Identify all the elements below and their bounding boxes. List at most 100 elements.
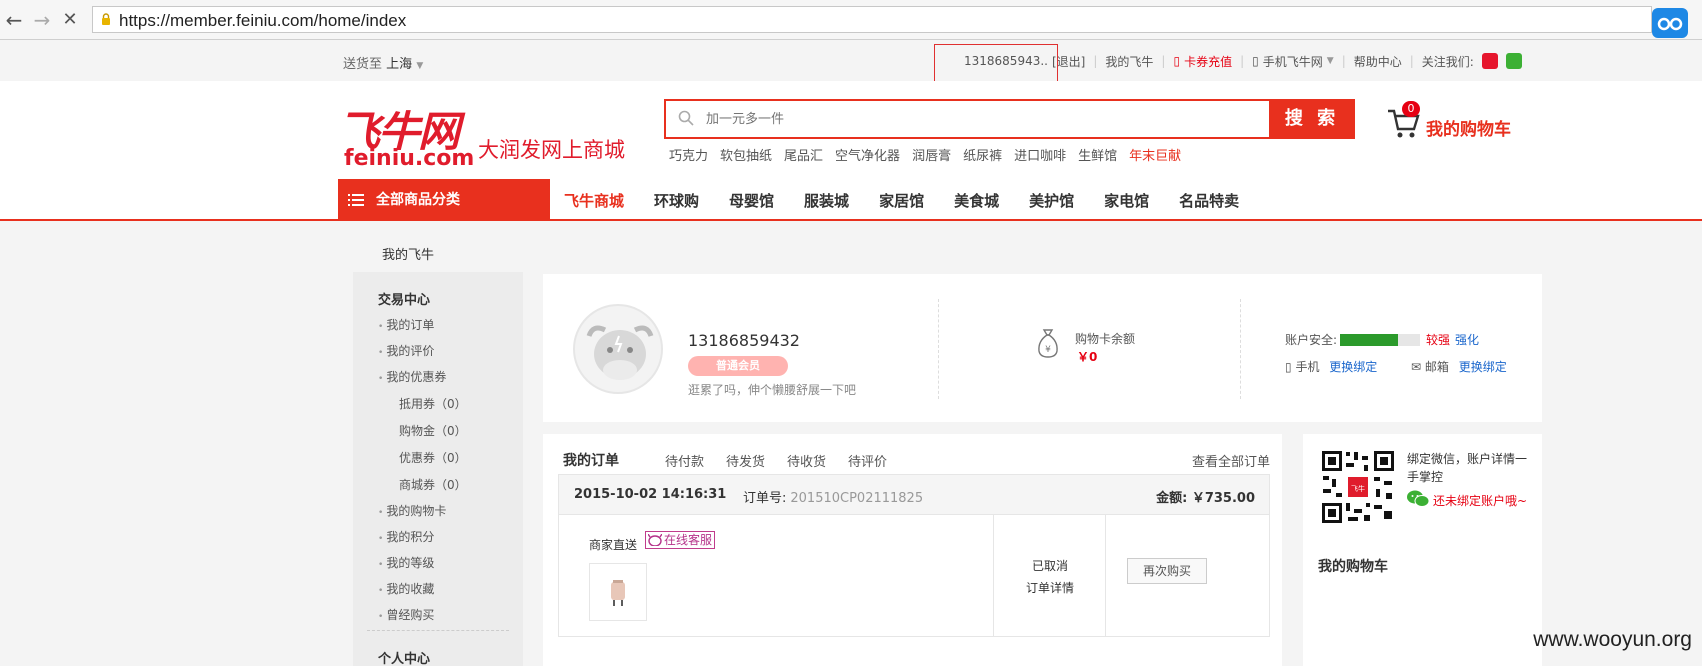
product-thumbnail[interactable] xyxy=(589,563,647,621)
sidebar-item-level[interactable]: 我的等级 xyxy=(378,554,434,571)
sidebar-subitem[interactable]: 优惠券（0） xyxy=(399,449,467,466)
ship-to[interactable]: 送货至 上海 ▼ xyxy=(343,53,423,72)
tab-pending-shipment[interactable]: 待发货 xyxy=(726,451,765,470)
sidebar-item-favorites[interactable]: 我的收藏 xyxy=(378,580,434,597)
sidebar: 交易中心 我的订单 我的评价 我的优惠券 抵用券（0） 购物金（0） 优惠券（0… xyxy=(353,272,523,666)
envelope-icon: ✉ xyxy=(1411,360,1422,374)
mobile-icon: ▯ xyxy=(1285,360,1292,374)
order-status: 已取消 订单详情 xyxy=(995,555,1105,599)
mobile-icon: ▯ xyxy=(1252,54,1259,68)
rebuy-button[interactable]: 再次购买 xyxy=(1127,558,1207,584)
breadcrumb[interactable]: 我的飞牛 xyxy=(382,244,434,263)
nav-item[interactable]: 母婴馆 xyxy=(729,190,774,211)
svg-text:¥: ¥ xyxy=(1045,345,1051,355)
motto-text: 逛累了吗，伸个懒腰舒展一下吧 xyxy=(688,383,857,397)
tab-pending-review[interactable]: 待评价 xyxy=(848,451,887,470)
nav-item[interactable]: 名品特卖 xyxy=(1179,190,1239,211)
hot-word[interactable]: 纸尿裤 xyxy=(963,145,1002,164)
search-input[interactable] xyxy=(706,107,1206,131)
right-panel: 飞牛 绑定微信，账户详情一手掌控 还未绑定账户哦~ 我的购物车 xyxy=(1303,434,1542,666)
sidebar-item-orders[interactable]: 我的订单 xyxy=(378,316,434,333)
order-detail-link[interactable]: 订单详情 xyxy=(995,577,1105,599)
status-text: 已取消 xyxy=(1031,559,1068,573)
lock-icon xyxy=(102,13,110,25)
sidebar-divider xyxy=(367,630,509,631)
sidebar-item-history[interactable]: 曾经购买 xyxy=(378,606,434,623)
hot-word[interactable]: 尾品汇 xyxy=(784,145,823,164)
hot-word[interactable]: 润唇膏 xyxy=(912,145,951,164)
tab-pending-payment[interactable]: 待付款 xyxy=(665,451,704,470)
divider xyxy=(1240,299,1241,399)
hot-word[interactable]: 巧克力 xyxy=(669,145,708,164)
all-categories-button[interactable]: 全部商品分类 xyxy=(338,179,550,221)
order-time: 2015-10-02 14:16:31 xyxy=(574,487,727,502)
cow-chat-icon xyxy=(648,534,662,546)
nav-item[interactable]: 飞牛商城 xyxy=(564,190,624,211)
email-rebind-link[interactable]: 更换绑定 xyxy=(1459,360,1507,374)
cart-label: 我的购物车 xyxy=(1426,120,1511,140)
hot-word[interactable]: 生鲜馆 xyxy=(1078,145,1117,164)
nav-item[interactable]: 家电馆 xyxy=(1104,190,1149,211)
stop-icon[interactable]: ✕ xyxy=(60,9,80,31)
forward-arrow-icon[interactable]: → xyxy=(32,9,52,31)
my-feiniu-link[interactable]: 我的飞牛 xyxy=(1105,53,1153,70)
security-bar xyxy=(1340,334,1420,346)
profile-card: 13186859432 普通会员 逛累了吗，伸个懒腰舒展一下吧 ¥ 购物卡余额 … xyxy=(543,274,1542,422)
balance-value: ￥0 xyxy=(1077,350,1098,364)
wechat-bind-link[interactable]: 还未绑定账户哦~ xyxy=(1407,490,1527,509)
nav-item[interactable]: 美护馆 xyxy=(1029,190,1074,211)
nav-item[interactable]: 家居馆 xyxy=(879,190,924,211)
chevron-down-icon: ▼ xyxy=(1326,56,1334,66)
recharge-link[interactable]: 卡券充值 xyxy=(1184,53,1232,70)
strengthen-link[interactable]: 强化 xyxy=(1455,331,1479,348)
header: 飞牛网 feiniu.com 大润发网上商城 搜 索 巧克力 软包抽纸 尾品汇 … xyxy=(0,81,1702,221)
logo-pinyin: feiniu.com xyxy=(344,146,475,171)
nav-items: 飞牛商城 环球购 母婴馆 服装城 家居馆 美食城 美护馆 家电馆 名品特卖 xyxy=(564,179,1239,221)
watermark: www.wooyun.org xyxy=(1533,628,1692,651)
orders-title: 我的订单 xyxy=(563,453,619,469)
browser-chrome: ← → ✕ https://member.feiniu.com/home/ind… xyxy=(0,0,1702,40)
seller-label: 商家直送 xyxy=(589,538,638,552)
sidebar-subitem[interactable]: 购物金（0） xyxy=(399,422,467,439)
sidebar-subitem[interactable]: 商城券（0） xyxy=(399,476,467,493)
nav-item[interactable]: 服装城 xyxy=(804,190,849,211)
help-link[interactable]: 帮助中心 xyxy=(1354,53,1402,70)
sidebar-subitem[interactable]: 抵用券（0） xyxy=(399,395,467,412)
hot-word-highlight[interactable]: 年末巨献 xyxy=(1129,145,1181,164)
ship-city[interactable]: 上海 xyxy=(386,57,412,72)
customer-service-button[interactable]: 在线客服 xyxy=(645,531,716,549)
wechat-icon[interactable] xyxy=(1505,53,1522,69)
sidebar-item-cards[interactable]: 我的购物卡 xyxy=(378,502,446,519)
svg-text:飞牛: 飞牛 xyxy=(1351,484,1365,493)
mobile-link[interactable]: 手机飞牛网 xyxy=(1263,53,1323,70)
weibo-icon[interactable] xyxy=(1481,53,1498,69)
sidebar-title-trade: 交易中心 xyxy=(378,293,431,308)
hot-word[interactable]: 软包抽纸 xyxy=(720,145,772,164)
nav-item[interactable]: 环球购 xyxy=(654,190,699,211)
hot-word[interactable]: 进口咖啡 xyxy=(1014,145,1066,164)
tab-pending-receipt[interactable]: 待收货 xyxy=(787,451,826,470)
slogan: 大润发网上商城 xyxy=(478,138,625,162)
nav-item[interactable]: 美食城 xyxy=(954,190,999,211)
hot-word[interactable]: 空气净化器 xyxy=(835,145,900,164)
phone-rebind-link[interactable]: 更换绑定 xyxy=(1329,360,1377,374)
back-arrow-icon[interactable]: ← xyxy=(4,9,24,31)
order-item: 2015-10-02 14:16:31 订单号: 201510CP02111825… xyxy=(558,474,1270,637)
address-bar[interactable]: https://member.feiniu.com/home/index xyxy=(92,6,1652,33)
member-badge[interactable]: 普通会员 xyxy=(688,356,788,376)
avatar[interactable] xyxy=(573,304,663,394)
sidebar-item-coupons[interactable]: 我的优惠券 xyxy=(378,368,446,385)
view-all-orders-link[interactable]: 查看全部订单 xyxy=(1192,451,1270,470)
top-bar: 送货至 上海 ▼ 1318685943.. [退出] | 我的飞牛 | ▯ 卡券… xyxy=(0,41,1702,81)
cart-button[interactable]: 0 我的购物车 xyxy=(1386,101,1516,141)
my-cart-title: 我的购物车 xyxy=(1318,559,1388,575)
header-divider xyxy=(0,219,1702,221)
search-button[interactable]: 搜 索 xyxy=(1269,99,1355,139)
sidebar-item-points[interactable]: 我的积分 xyxy=(378,528,434,545)
security-label: 账户安全: xyxy=(1285,333,1338,347)
sidebar-item-reviews[interactable]: 我的评价 xyxy=(378,342,434,359)
extension-icon[interactable] xyxy=(1652,8,1688,38)
divider xyxy=(938,299,939,399)
sidebar-title-personal: 个人中心 xyxy=(378,652,431,666)
product-image xyxy=(611,580,625,606)
